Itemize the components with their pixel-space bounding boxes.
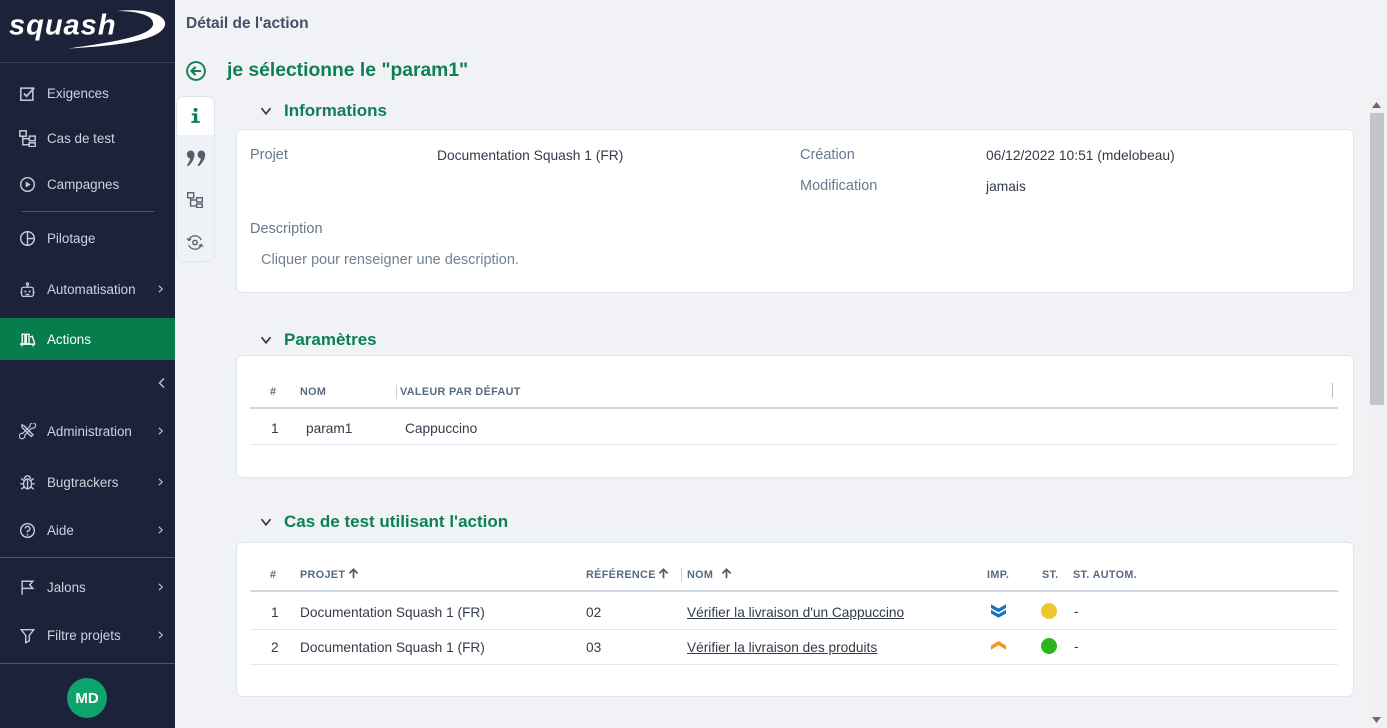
svg-text:squash: squash [9,10,117,42]
